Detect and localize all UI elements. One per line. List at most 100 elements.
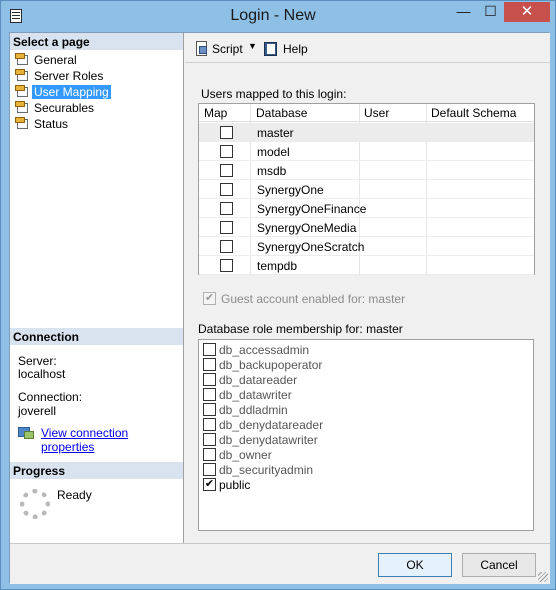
page-icon [15,117,30,130]
column-header-database[interactable]: Database [256,106,307,120]
table-row[interactable]: master [199,123,534,142]
page-item-general[interactable]: General [12,52,183,68]
role-checkbox[interactable]: ✔ [203,478,216,491]
server-label: Server: [18,354,57,368]
progress-status: Ready [57,488,92,502]
map-checkbox[interactable] [220,202,233,215]
resize-grip-icon[interactable] [538,572,548,582]
database-name: msdb [257,164,287,178]
role-label: db_accessadmin [219,343,310,357]
list-item[interactable]: db_denydatareader [203,417,523,432]
page-item-securables[interactable]: Securables [12,100,183,116]
table-row[interactable]: model [199,142,534,161]
role-label: db_securityadmin [219,463,314,477]
role-label: db_denydatareader [219,418,324,432]
list-item[interactable]: db_securityadmin [203,462,523,477]
button-bar: OK Cancel [10,543,550,584]
role-checkbox[interactable] [203,463,216,476]
map-checkbox[interactable] [220,164,233,177]
role-checkbox[interactable] [203,358,216,371]
page-item-user-mapping[interactable]: User Mapping [12,84,183,100]
toolbar: Script ▼ Help [185,33,550,63]
database-name: SynergyOne [257,183,324,197]
role-label: db_ddladmin [219,403,288,417]
guest-account-label: Guest account enabled for: master [221,292,406,306]
list-item[interactable]: ✔ public [203,477,523,492]
map-checkbox[interactable] [220,259,233,272]
connection-properties-icon[interactable] [18,426,36,440]
server-value: localhost [18,367,66,381]
title-bar[interactable]: Login - New — ☐ ✕ [1,1,555,31]
role-checkbox[interactable] [203,388,216,401]
list-item[interactable]: db_datareader [203,372,523,387]
dialog-body: Select a page General Server Roles User Ma… [9,32,550,584]
guest-account-checkbox[interactable]: ✔ [203,292,216,305]
page-item-server-roles[interactable]: Server Roles [12,68,183,84]
help-icon[interactable] [263,41,279,57]
map-checkbox[interactable] [220,145,233,158]
table-row[interactable]: SynergyOneScratch [199,237,534,256]
map-checkbox[interactable] [220,126,233,139]
role-checkbox[interactable] [203,373,216,386]
role-checkbox[interactable] [203,343,216,356]
list-item[interactable]: db_owner [203,447,523,462]
progress-header: Progress [10,462,183,479]
database-name: SynergyOneMedia [257,221,357,235]
users-mapped-caption: Users mapped to this login: [201,87,347,101]
view-connection-properties-link[interactable]: View connection properties [41,426,183,454]
ok-button[interactable]: OK [378,553,452,577]
page-icon [15,101,30,114]
page-item-label: Server Roles [34,69,104,83]
column-header-default-schema[interactable]: Default Schema [431,106,516,120]
map-checkbox[interactable] [220,240,233,253]
role-label: db_owner [219,448,272,462]
column-header-map[interactable]: Map [204,106,227,120]
role-label: db_datawriter [219,388,292,402]
list-item[interactable]: db_datawriter [203,387,523,402]
table-row[interactable]: SynergyOneFinance [199,199,534,218]
page-icon [15,69,30,82]
table-row[interactable]: SynergyOne [199,180,534,199]
page-item-status[interactable]: Status [12,116,183,132]
table-row[interactable]: tempdb [199,256,534,275]
role-membership-caption: Database role membership for: master [198,322,403,336]
page-item-label: Securables [34,101,95,115]
map-checkbox[interactable] [220,221,233,234]
minimize-icon[interactable]: — [450,2,477,22]
page-item-label: General [34,53,77,67]
maximize-icon[interactable]: ☐ [477,2,504,22]
list-item[interactable]: db_denydatawriter [203,432,523,447]
help-button[interactable]: Help [283,42,308,56]
role-label: db_denydatawriter [219,433,318,447]
cancel-button[interactable]: Cancel [462,553,536,577]
database-name: model [257,145,290,159]
role-checkbox[interactable] [203,433,216,446]
script-dropdown-icon[interactable]: ▼ [248,41,257,51]
role-membership-list[interactable]: db_accessadmin db_backupoperator db_datare… [198,339,534,531]
column-header-user[interactable]: User [364,106,389,120]
database-name: master [257,126,294,140]
database-name: SynergyOneScratch [257,240,365,254]
role-checkbox[interactable] [203,403,216,416]
role-label: db_backupoperator [219,358,323,372]
table-row[interactable]: msdb [199,161,534,180]
progress-spinner-icon [20,489,50,519]
page-item-label: Status [34,117,69,131]
close-icon[interactable]: ✕ [504,2,550,22]
connection-label: Connection: [18,390,83,404]
left-panel: Select a page General Server Roles User Ma… [10,33,184,543]
script-button[interactable]: Script [212,42,243,56]
select-page-header: Select a page [10,33,183,50]
map-checkbox[interactable] [220,183,233,196]
role-checkbox[interactable] [203,418,216,431]
user-mapping-grid[interactable]: Map Database User Default Schema master m… [198,103,535,276]
list-item[interactable]: db_backupoperator [203,357,523,372]
role-checkbox[interactable] [203,448,216,461]
list-item[interactable]: db_ddladmin [203,402,523,417]
list-item[interactable]: db_accessadmin [203,342,523,357]
database-name: SynergyOneFinance [257,202,367,216]
role-label: db_datareader [219,373,298,387]
table-row[interactable]: SynergyOneMedia [199,218,534,237]
connection-header: Connection [10,328,183,345]
script-icon[interactable] [194,41,210,57]
